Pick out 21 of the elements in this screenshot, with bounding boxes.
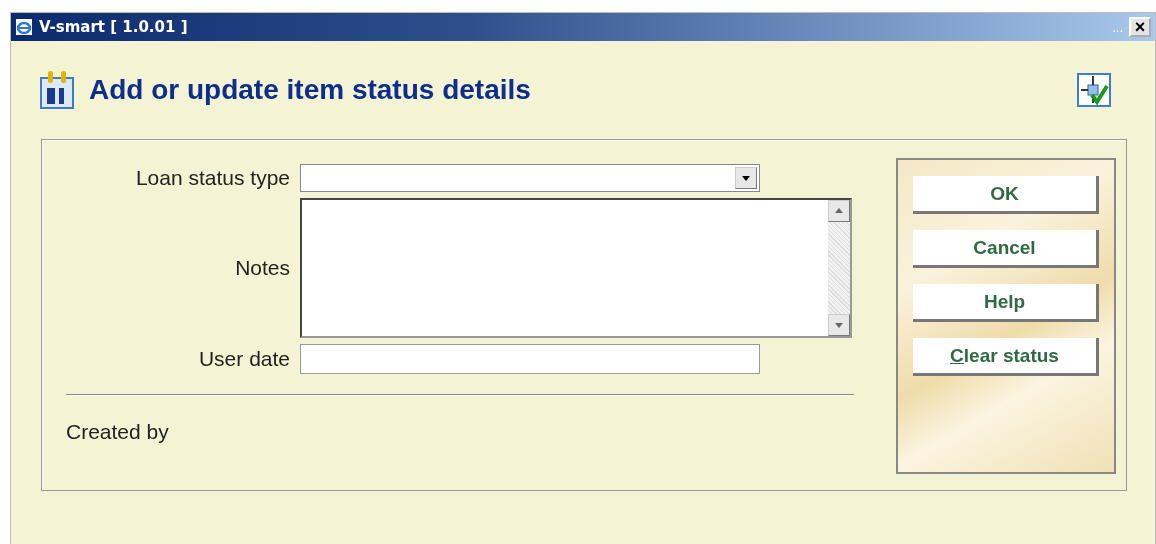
scroll-up-icon[interactable] <box>828 200 850 222</box>
notes-field[interactable] <box>300 198 852 338</box>
page-title: Add or update item status details <box>89 74 531 106</box>
created-by-label: Created by <box>66 420 170 444</box>
close-button[interactable]: × <box>1129 17 1151 37</box>
user-date-field[interactable] <box>300 344 760 374</box>
calendar-icon <box>39 70 75 110</box>
action-button[interactable]: OK <box>913 176 1099 214</box>
field-label: Loan status type <box>134 166 291 190</box>
field-label: User date <box>197 347 291 371</box>
scrollbar[interactable] <box>828 200 850 336</box>
action-button[interactable]: Clear status <box>913 338 1099 376</box>
action-button[interactable]: Help <box>913 284 1099 322</box>
scroll-down-icon[interactable] <box>828 314 850 336</box>
field-label: Notes <box>234 256 291 280</box>
move-check-icon[interactable] <box>1077 73 1111 107</box>
caret-icon <box>735 167 757 189</box>
window-title: V-smart [ 1.0.01 ] <box>39 18 188 36</box>
action-button[interactable]: Cancel <box>913 230 1099 268</box>
browser-icon <box>15 18 33 36</box>
loan-status-type-dropdown[interactable] <box>300 164 760 192</box>
